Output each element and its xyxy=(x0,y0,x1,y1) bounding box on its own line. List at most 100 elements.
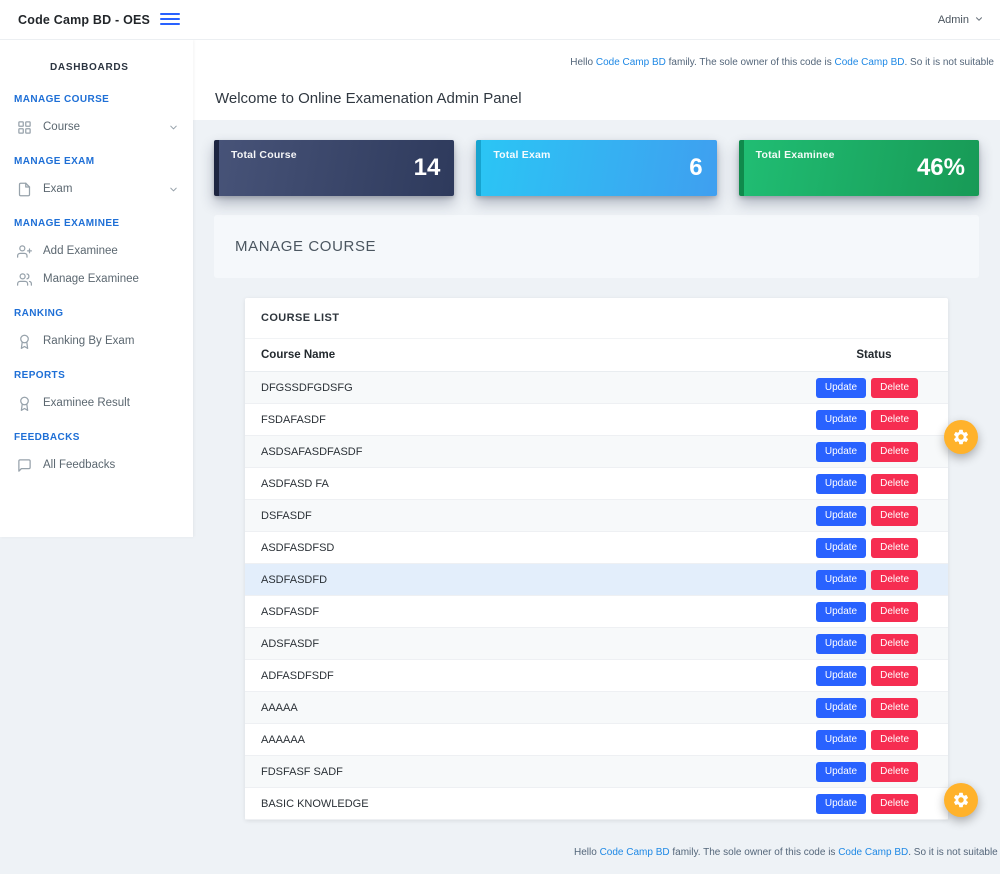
update-button[interactable]: Update xyxy=(815,473,867,494)
sidebar-item-add-examinee[interactable]: Add Examinee xyxy=(0,237,193,265)
delete-button[interactable]: Delete xyxy=(871,473,918,494)
gear-icon xyxy=(952,428,970,446)
delete-button[interactable]: Delete xyxy=(871,377,918,398)
stat-card-total-examinee: Total Examinee 46% xyxy=(738,140,979,196)
trophy-icon xyxy=(17,396,32,411)
update-button[interactable]: Update xyxy=(815,569,867,590)
stat-card-total-exam: Total Exam 6 xyxy=(476,140,717,196)
notice-text: . So it is not suitable for ar xyxy=(908,847,1000,858)
sidebar-caption-reports: REPORTS xyxy=(14,370,66,381)
brand-link[interactable]: Code Camp BD xyxy=(834,57,904,68)
content-area: Total Course 14 Total Exam 6 Total Exami… xyxy=(193,120,1000,858)
course-name-cell: ADSFASDF xyxy=(245,627,800,660)
delete-button[interactable]: Delete xyxy=(871,665,918,686)
update-button[interactable]: Update xyxy=(815,377,867,398)
table-row-highlighted: ASDFASDFD Update Delete xyxy=(245,563,948,596)
table-row: FDSFASF SADF Update Delete xyxy=(245,755,948,788)
settings-fab-bottom[interactable] xyxy=(944,783,978,817)
delete-button[interactable]: Delete xyxy=(871,793,918,814)
owner-notice-bottom: Hello Code Camp BD family. The sole owne… xyxy=(574,847,1000,858)
course-name-cell: ASDFASDFSD xyxy=(245,531,800,564)
update-button[interactable]: Update xyxy=(815,601,867,622)
delete-button[interactable]: Delete xyxy=(871,537,918,558)
sidebar-caption-manage-examinee: MANAGE EXAMINEE xyxy=(14,218,120,229)
sidebar-item-label: Exam xyxy=(43,183,73,195)
users-icon xyxy=(17,272,32,287)
sidebar-item-label: Manage Examinee xyxy=(43,273,139,285)
delete-button[interactable]: Delete xyxy=(871,697,918,718)
gear-icon xyxy=(952,791,970,809)
update-button[interactable]: Update xyxy=(815,633,867,654)
table-row: DSFASDF Update Delete xyxy=(245,499,948,532)
update-button[interactable]: Update xyxy=(815,729,867,750)
sidebar-caption-manage-exam: MANAGE EXAM xyxy=(14,156,95,167)
course-name-cell: ASDFASDFD xyxy=(245,563,800,596)
delete-button[interactable]: Delete xyxy=(871,633,918,654)
sidebar-item-examinee-result[interactable]: Examinee Result xyxy=(0,389,193,417)
notice-text: family. The sole owner of this code is xyxy=(665,57,835,68)
sidebar-item-exam[interactable]: Exam xyxy=(0,175,193,203)
sidebar-item-label: Add Examinee xyxy=(43,245,118,257)
update-button[interactable]: Update xyxy=(815,537,867,558)
update-button[interactable]: Update xyxy=(815,761,867,782)
delete-button[interactable]: Delete xyxy=(871,601,918,622)
delete-button[interactable]: Delete xyxy=(871,505,918,526)
course-list-card: COURSE LIST Course Name Status DFGSSDFGD… xyxy=(245,298,948,820)
delete-button[interactable]: Delete xyxy=(871,729,918,750)
sidebar-item-manage-examinee[interactable]: Manage Examinee xyxy=(0,265,193,293)
brand-link[interactable]: Code Camp BD xyxy=(838,847,908,858)
chevron-down-icon xyxy=(974,14,984,27)
stat-label: Total Exam xyxy=(493,149,551,161)
settings-fab-top[interactable] xyxy=(944,420,978,454)
sidebar-item-all-feedbacks[interactable]: All Feedbacks xyxy=(0,451,193,479)
table-row: FSDAFASDF Update Delete xyxy=(245,403,948,436)
sidebar-caption-ranking: RANKING xyxy=(14,308,64,319)
course-name-cell: ADFASDFSDF xyxy=(245,659,800,692)
sidebar: DASHBOARDS MANAGE COURSE Course MANAGE E… xyxy=(0,40,193,537)
notice-text: family. The sole owner of this code is xyxy=(669,847,839,858)
update-button[interactable]: Update xyxy=(815,409,867,430)
menu-toggle-icon[interactable] xyxy=(160,13,180,28)
table-row: ASDFASDFSD Update Delete xyxy=(245,531,948,564)
table-row: BASIC KNOWLEDGE Update Delete xyxy=(245,787,948,820)
delete-button[interactable]: Delete xyxy=(871,569,918,590)
chevron-down-icon xyxy=(168,184,179,195)
app-brand: Code Camp BD - OES xyxy=(18,12,151,27)
course-name-cell: FDSFASF SADF xyxy=(245,755,800,788)
update-button[interactable]: Update xyxy=(815,697,867,718)
section-title-bar: MANAGE COURSE xyxy=(214,215,979,278)
course-name-cell: AAAAAA xyxy=(245,723,800,756)
course-name-cell: ASDSAFASDFASDF xyxy=(245,435,800,468)
section-title: MANAGE COURSE xyxy=(235,238,377,255)
update-button[interactable]: Update xyxy=(815,441,867,462)
sidebar-caption-dashboards: DASHBOARDS xyxy=(50,62,129,73)
sidebar-item-ranking-by-exam[interactable]: Ranking By Exam xyxy=(0,327,193,355)
chevron-down-icon xyxy=(168,122,179,133)
update-button[interactable]: Update xyxy=(815,505,867,526)
stat-value: 14 xyxy=(413,154,441,181)
notice-text: Hello xyxy=(574,847,600,858)
update-button[interactable]: Update xyxy=(815,793,867,814)
table-row: ASDFASDF Update Delete xyxy=(245,595,948,628)
sidebar-item-label: Ranking By Exam xyxy=(43,335,135,347)
stat-cards-row: Total Course 14 Total Exam 6 Total Exami… xyxy=(214,140,979,196)
top-navbar: Code Camp BD - OES Admin xyxy=(0,0,1000,40)
course-name-cell: FSDAFASDF xyxy=(245,403,800,436)
col-course-name: Course Name xyxy=(245,339,800,372)
user-menu[interactable]: Admin xyxy=(938,0,984,40)
update-button[interactable]: Update xyxy=(815,665,867,686)
notice-text: Hello xyxy=(570,57,596,68)
sidebar-item-course[interactable]: Course xyxy=(0,113,193,141)
brand-link[interactable]: Code Camp BD xyxy=(600,847,670,858)
delete-button[interactable]: Delete xyxy=(871,441,918,462)
main-content: Hello Code Camp BD family. The sole owne… xyxy=(193,40,1000,858)
delete-button[interactable]: Delete xyxy=(871,409,918,430)
course-list-title: COURSE LIST xyxy=(245,298,948,339)
stat-value: 6 xyxy=(689,154,703,181)
course-name-cell: AAAAA xyxy=(245,691,800,724)
table-row: ADSFASDF Update Delete xyxy=(245,627,948,660)
page-header: Hello Code Camp BD family. The sole owne… xyxy=(193,40,1000,120)
brand-link[interactable]: Code Camp BD xyxy=(596,57,666,68)
delete-button[interactable]: Delete xyxy=(871,761,918,782)
stat-label: Total Course xyxy=(231,149,297,161)
